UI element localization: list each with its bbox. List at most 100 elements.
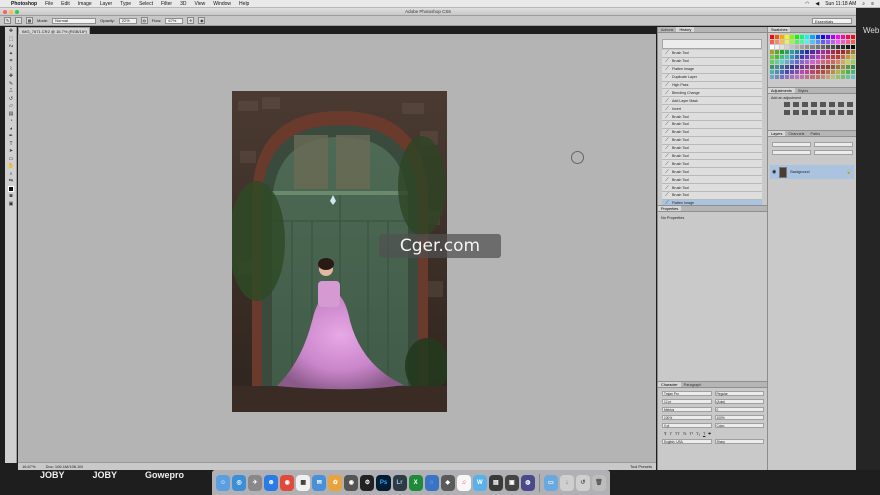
brush-tool-icon[interactable]: ✎: [7, 81, 15, 87]
swatch[interactable]: [780, 65, 785, 69]
swatch[interactable]: [830, 40, 835, 44]
lock-controls[interactable]: [772, 150, 811, 155]
swatch[interactable]: [830, 60, 835, 64]
swatch[interactable]: [795, 50, 800, 54]
blur-tool-icon[interactable]: ◔: [7, 118, 15, 124]
app-icon-blue[interactable]: ◌: [424, 474, 439, 491]
preview-icon[interactable]: ▣: [504, 474, 519, 491]
black-white-icon[interactable]: [847, 102, 853, 107]
eraser-tool-icon[interactable]: ▱: [7, 103, 15, 109]
swatch[interactable]: [795, 40, 800, 44]
swatch[interactable]: [800, 75, 805, 79]
swatch[interactable]: [800, 35, 805, 39]
swatch[interactable]: [835, 40, 840, 44]
swatch[interactable]: [775, 40, 780, 44]
history-state[interactable]: ⟋ Brush Tool: [662, 128, 762, 137]
swatch[interactable]: [815, 75, 820, 79]
swatch[interactable]: [815, 45, 820, 49]
foreground-color-swatch[interactable]: [7, 185, 15, 192]
swatch[interactable]: [795, 35, 800, 39]
swatch[interactable]: [790, 50, 795, 54]
tab-layers[interactable]: Layers: [768, 131, 786, 136]
swatch[interactable]: [845, 65, 850, 69]
swatch[interactable]: [785, 55, 790, 59]
baseline-shift-field[interactable]: 0 pt: [662, 423, 712, 428]
settings-icon[interactable]: ⚙: [360, 474, 375, 491]
curves-icon[interactable]: [802, 102, 808, 107]
swatch[interactable]: [775, 75, 780, 79]
fill-field[interactable]: [814, 150, 853, 155]
swatch[interactable]: [850, 75, 855, 79]
swatch[interactable]: [770, 60, 775, 64]
faux-bold-button[interactable]: T: [664, 431, 666, 436]
workspace-select[interactable]: Essentials: [812, 18, 852, 24]
threshold-icon[interactable]: [829, 110, 835, 115]
recent-icon[interactable]: ↺: [575, 474, 590, 491]
swatch[interactable]: [810, 50, 815, 54]
mail-icon[interactable]: ✉: [312, 474, 327, 491]
tab-adjustments[interactable]: Adjustments: [768, 88, 795, 93]
swatch[interactable]: [800, 50, 805, 54]
swatch[interactable]: [825, 55, 830, 59]
tab-channels[interactable]: Channels: [785, 131, 807, 136]
swatch[interactable]: [850, 45, 855, 49]
safari-icon[interactable]: ⊛: [264, 474, 279, 491]
zoom-level[interactable]: 16.67%: [22, 464, 36, 469]
calendar-icon[interactable]: ▦: [296, 474, 311, 491]
swatch[interactable]: [850, 60, 855, 64]
history-state[interactable]: ⟋ Brush Tool: [662, 152, 762, 161]
swatch[interactable]: [805, 55, 810, 59]
swatch[interactable]: [845, 45, 850, 49]
swatch[interactable]: [770, 70, 775, 74]
tab-history[interactable]: History: [676, 27, 695, 32]
levels-icon[interactable]: [793, 102, 799, 107]
swatch[interactable]: [770, 40, 775, 44]
swatch[interactable]: [785, 60, 790, 64]
swatch[interactable]: [850, 50, 855, 54]
eye-icon[interactable]: ◉: [772, 169, 776, 175]
swatch[interactable]: [815, 35, 820, 39]
siri-icon[interactable]: ◎: [232, 474, 247, 491]
swatch[interactable]: [790, 35, 795, 39]
history-state[interactable]: ⟋ Brush Tool: [662, 121, 762, 129]
swatch[interactable]: [800, 70, 805, 74]
history-state[interactable]: ⟋ Add Layer Mask: [662, 97, 762, 106]
document-tab[interactable]: IMG_7671.CR2 @ 16.7% (RGB/16*): [18, 27, 90, 34]
swatch[interactable]: [840, 45, 845, 49]
small-caps-button[interactable]: Tt: [683, 431, 687, 436]
swatch[interactable]: [780, 40, 785, 44]
swatch[interactable]: [825, 50, 830, 54]
menu-layer[interactable]: Layer: [100, 1, 113, 7]
history-state[interactable]: ⟋ Brush Tool: [662, 176, 762, 185]
antialias-select[interactable]: Sharp: [714, 439, 764, 444]
swatch[interactable]: [775, 50, 780, 54]
menubar-clock[interactable]: Sun 11:18 AM: [825, 1, 856, 7]
swatch[interactable]: [815, 60, 820, 64]
swatch[interactable]: [805, 60, 810, 64]
blend-mode-select[interactable]: [814, 142, 853, 147]
menu-filter[interactable]: Filter: [161, 1, 172, 7]
underline-button[interactable]: T: [703, 431, 705, 436]
quick-select-tool-icon[interactable]: ✦: [7, 51, 15, 57]
brush-tool-icon[interactable]: ✎: [4, 17, 11, 24]
swatch[interactable]: [780, 70, 785, 74]
brightness-contrast-icon[interactable]: [784, 102, 790, 107]
swatch[interactable]: [775, 60, 780, 64]
tab-swatches[interactable]: Swatches: [768, 27, 791, 32]
healing-brush-tool-icon[interactable]: ✚: [7, 73, 15, 79]
eyedropper-tool-icon[interactable]: ⌇: [7, 66, 15, 72]
faux-italic-button[interactable]: T: [669, 431, 671, 436]
clone-stamp-tool-icon[interactable]: ⎍: [7, 88, 15, 94]
quick-mask-icon[interactable]: ◙: [7, 193, 15, 199]
swatch[interactable]: [785, 40, 790, 44]
swatch[interactable]: [790, 60, 795, 64]
history-state[interactable]: ⟋ Brush Tool: [662, 136, 762, 145]
swatch[interactable]: [830, 45, 835, 49]
swatch[interactable]: [820, 35, 825, 39]
swatch[interactable]: [805, 35, 810, 39]
gradient-map-icon[interactable]: [838, 110, 844, 115]
swatch[interactable]: [815, 40, 820, 44]
swatch[interactable]: [850, 70, 855, 74]
swatch[interactable]: [820, 65, 825, 69]
brush-panel-toggle-icon[interactable]: ▦: [26, 17, 33, 24]
